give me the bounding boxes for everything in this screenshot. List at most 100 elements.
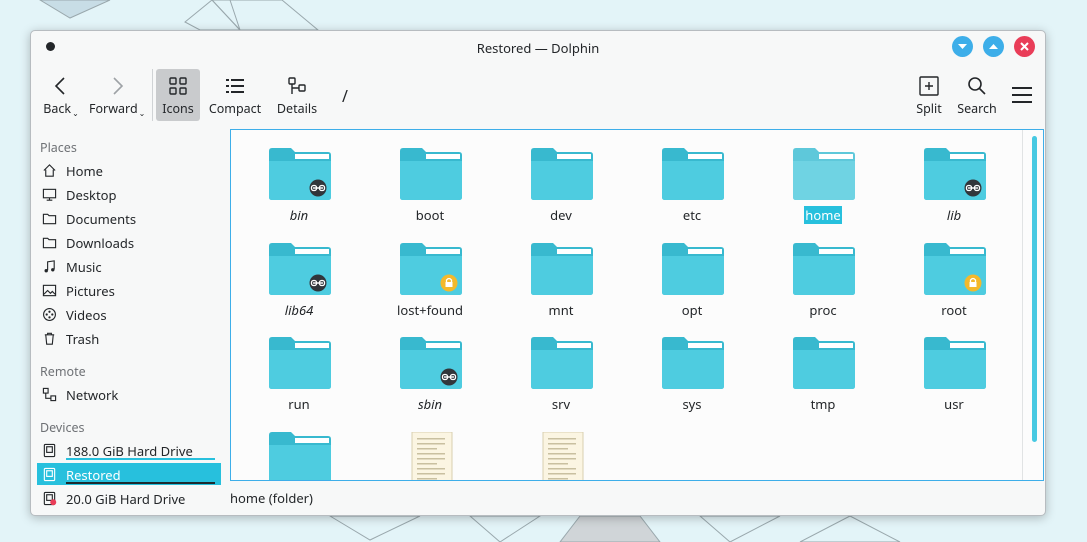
file-name-text: etc — [682, 206, 702, 224]
place-label: Pictures — [66, 282, 115, 300]
forward-button[interactable]: Forward⌄ — [89, 69, 145, 121]
chevron-up-icon — [989, 44, 998, 49]
file-item[interactable] — [234, 414, 364, 480]
file-item[interactable] — [365, 414, 495, 480]
file-item[interactable]: tmp — [758, 319, 888, 413]
back-button[interactable]: Back⌄ — [41, 69, 81, 121]
file-item[interactable]: lost+found — [365, 225, 495, 319]
place-label: Desktop — [66, 186, 117, 204]
file-name: home — [758, 206, 888, 224]
file-name: run — [234, 395, 364, 413]
place-trash[interactable]: Trash — [37, 327, 221, 349]
place-label: Downloads — [66, 234, 135, 252]
place-network[interactable]: Network — [37, 383, 221, 405]
device-label: 20.0 GiB Hard Drive — [66, 490, 186, 508]
hard-drive-icon — [43, 467, 56, 482]
titlebar: Restored — Dolphin — [31, 31, 1045, 63]
device-188gib-hard-drive[interactable]: 188.0 GiB Hard Drive — [37, 439, 221, 461]
file-name-text: lib64 — [284, 300, 314, 319]
file-item[interactable]: lib — [889, 130, 1019, 224]
window-title: Restored — Dolphin — [476, 39, 600, 57]
place-music[interactable]: Music — [37, 255, 221, 277]
places-section-title: Places — [40, 139, 77, 156]
file-item[interactable]: mnt — [496, 225, 626, 319]
file-item[interactable]: boot — [365, 130, 495, 224]
file-name-text: lib — [946, 206, 962, 224]
folder-icon — [793, 148, 855, 200]
place-desktop[interactable]: Desktop — [37, 183, 221, 205]
folder-icon — [924, 337, 986, 389]
file-item[interactable] — [496, 414, 626, 480]
folder-icon — [400, 337, 462, 389]
folder-icon — [531, 148, 593, 200]
file-name: srv — [496, 395, 626, 413]
file-item[interactable]: opt — [627, 225, 757, 319]
video-icon — [43, 308, 56, 321]
folder-icon — [531, 337, 593, 389]
place-downloads[interactable]: Downloads — [37, 231, 221, 253]
hamburger-menu-icon — [1012, 87, 1032, 103]
icons-view-button[interactable]: Icons — [156, 69, 200, 121]
folder-icon — [793, 242, 855, 295]
folder-icon — [924, 148, 986, 200]
folder-icon — [662, 148, 724, 200]
place-home[interactable]: Home — [37, 159, 221, 181]
file-item[interactable]: lib64 — [234, 225, 364, 319]
maximize-button[interactable] — [983, 36, 1004, 57]
device-restored[interactable]: Restored — [37, 463, 221, 485]
file-name: proc — [758, 301, 888, 319]
place-pictures[interactable]: Pictures — [37, 279, 221, 301]
file-item[interactable]: proc — [758, 225, 888, 319]
place-videos[interactable]: Videos — [37, 303, 221, 325]
file-view[interactable]: bin boot dev etc home lib lib64 lost+found mnt op… — [230, 129, 1044, 481]
hamburger-menu-button[interactable] — [1007, 69, 1037, 121]
file-item[interactable]: home — [758, 130, 888, 224]
file-name: root — [889, 301, 1019, 319]
hard-drive-icon — [43, 443, 56, 458]
folder-icon — [400, 148, 462, 200]
music-icon — [44, 260, 55, 273]
text-file-icon — [542, 431, 584, 480]
file-name-text: usr — [944, 395, 964, 413]
close-button[interactable] — [1014, 36, 1035, 57]
file-name-text: root — [941, 300, 967, 319]
search-button[interactable]: Search — [953, 69, 1001, 121]
file-name-text: run — [288, 395, 310, 413]
forward-label: Forward — [89, 100, 138, 117]
places-panel: Places Home Desktop Documents Downloads … — [31, 127, 226, 515]
file-item[interactable]: dev — [496, 130, 626, 224]
minimize-button[interactable] — [952, 36, 973, 57]
file-name: boot — [365, 206, 495, 224]
file-item[interactable]: srv — [496, 319, 626, 413]
file-item[interactable]: sys — [627, 319, 757, 413]
file-name: lib — [889, 206, 1019, 224]
text-file-icon — [411, 431, 453, 480]
file-item[interactable]: etc — [627, 130, 757, 224]
arrow-left-icon — [54, 77, 65, 95]
breadcrumb-root[interactable]: / — [342, 85, 348, 107]
details-view-button[interactable]: Details — [273, 69, 321, 121]
place-label: Home — [66, 162, 103, 180]
device-20gib-hard-drive[interactable]: 20.0 GiB Hard Drive — [37, 487, 221, 509]
file-item[interactable]: bin — [234, 130, 364, 224]
file-item[interactable]: root — [889, 225, 1019, 319]
place-documents[interactable]: Documents — [37, 207, 221, 229]
file-name: tmp — [758, 395, 888, 413]
file-item[interactable]: usr — [889, 319, 1019, 413]
hard-drive-error-icon — [43, 491, 57, 506]
home-icon — [43, 164, 56, 177]
compact-label: Compact — [208, 100, 262, 117]
file-name: sbin — [365, 395, 495, 413]
file-item[interactable]: run — [234, 319, 364, 413]
file-name-text: home — [804, 206, 842, 224]
split-button[interactable]: Split — [909, 69, 949, 121]
compact-view-button[interactable]: Compact — [207, 69, 263, 121]
vertical-scrollbar[interactable] — [1032, 136, 1037, 442]
dolphin-window: Restored — Dolphin Back⌄ Forward⌄ Icons — [30, 30, 1046, 516]
place-label: Trash — [66, 330, 100, 348]
file-name: sys — [627, 395, 757, 413]
arrow-right-icon — [113, 77, 124, 95]
file-name: lib64 — [234, 301, 364, 319]
device-capacity-bar — [66, 458, 218, 460]
file-item[interactable]: sbin — [365, 319, 495, 413]
